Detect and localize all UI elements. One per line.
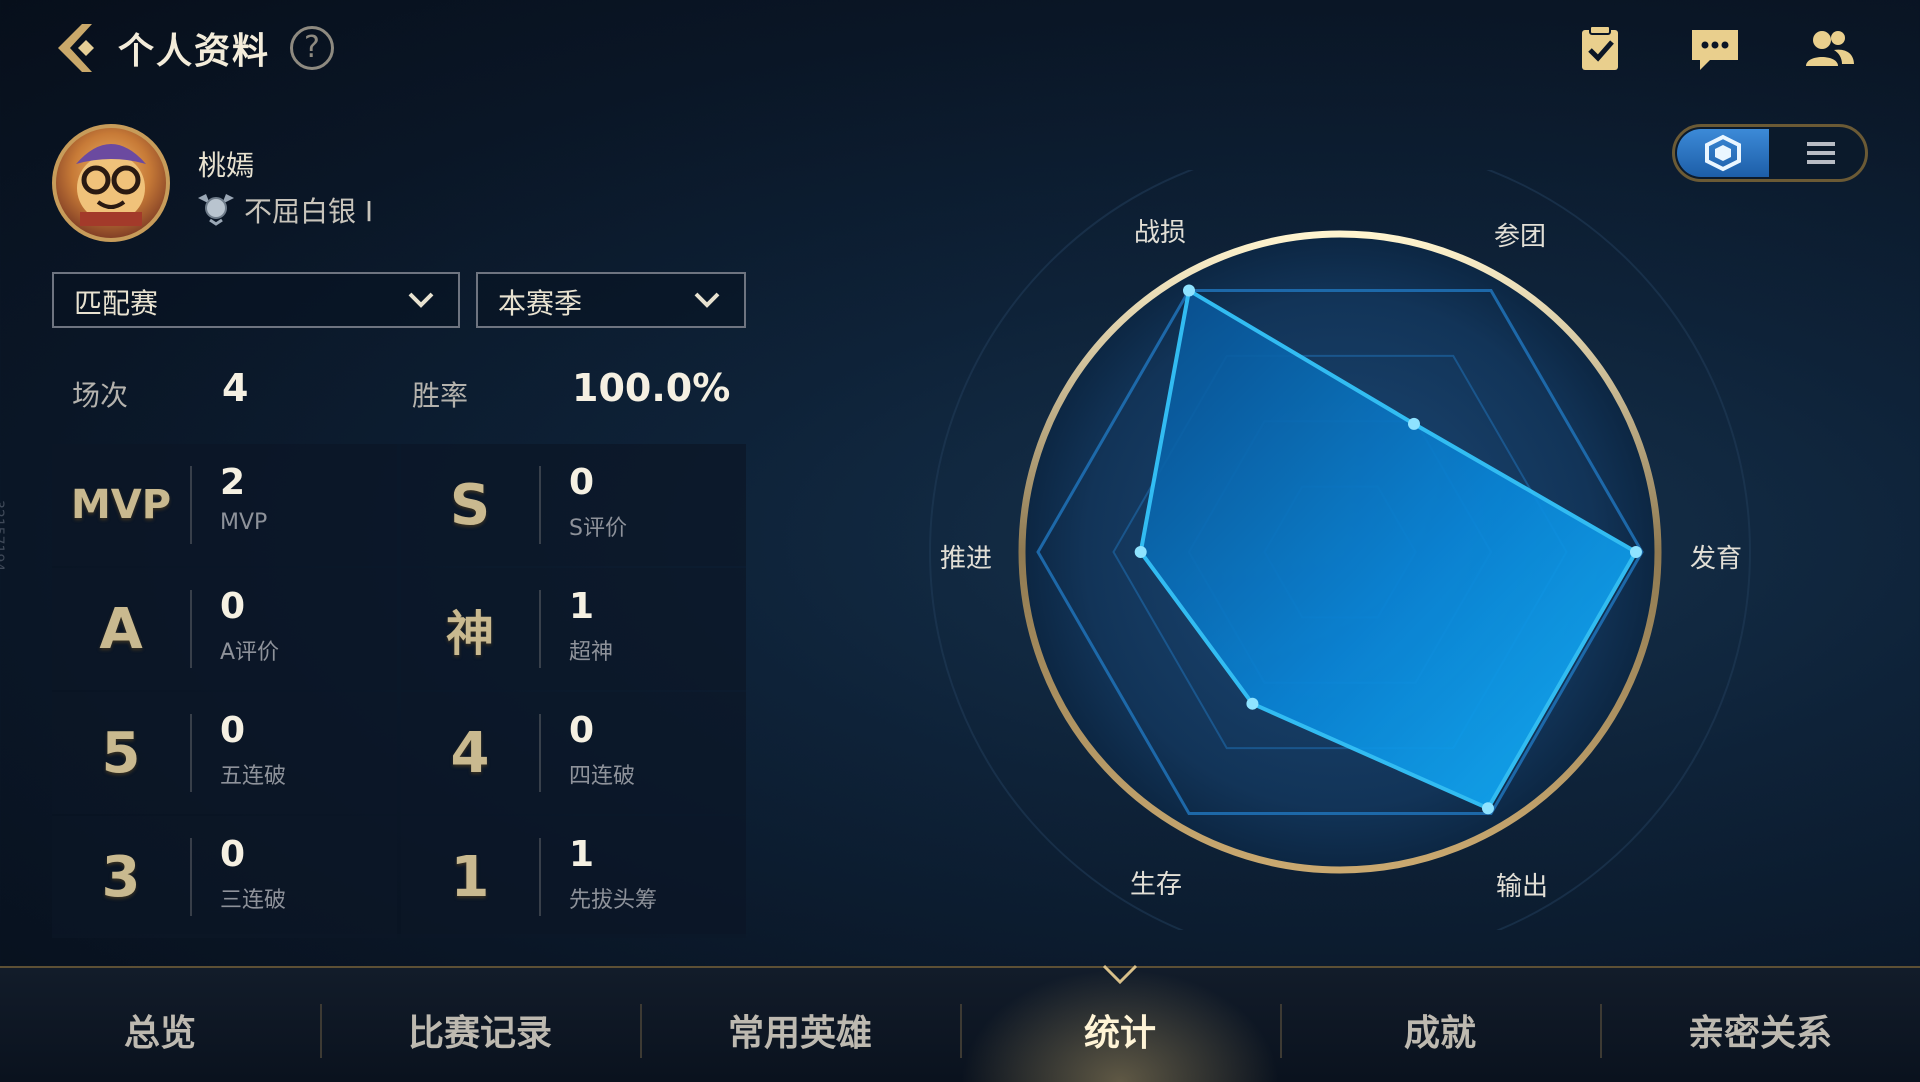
stat-cell-triple-kill: 3 0 三连破 xyxy=(52,816,397,938)
radar-chart: 战损 参团 发育 输出 生存 推进 xyxy=(880,141,1800,963)
page-title: 个人资料 xyxy=(118,31,271,72)
stat-cell-a-rating: A 0 A评价 xyxy=(52,568,397,690)
bottom-tab-bar: 总览 比赛记录 常用英雄 统计 成就 亲密关系 xyxy=(0,964,1920,1082)
divider xyxy=(190,838,192,916)
radar-value-point xyxy=(1183,284,1195,297)
radar-value-point xyxy=(1246,697,1259,710)
stat-cell-first-blood: 1 1 先拔头筹 xyxy=(401,816,746,938)
stat-caption: 五连破 xyxy=(220,764,287,789)
stat-value: 0 xyxy=(220,834,246,875)
winrate-value: 100.0% xyxy=(572,366,731,410)
mvp-badge: MVP xyxy=(70,482,172,528)
radar-value-point xyxy=(1629,546,1642,558)
divider xyxy=(190,714,192,792)
first-blood-badge: 1 xyxy=(450,844,490,910)
winrate-label: 胜率 xyxy=(412,379,469,412)
tab-common-heroes[interactable]: 常用英雄 xyxy=(640,1004,960,1056)
task-checklist-icon[interactable] xyxy=(1574,24,1628,74)
radar-axis-label: 生存 xyxy=(1130,870,1183,900)
tab-match-history[interactable]: 比赛记录 xyxy=(320,1004,640,1056)
tab-overview[interactable]: 总览 xyxy=(0,1004,320,1056)
games-label: 场次 xyxy=(72,379,129,412)
chevron-down-icon xyxy=(694,292,720,308)
quadra-kill-badge: 4 xyxy=(450,720,490,786)
stat-value: 0 xyxy=(569,462,595,503)
chevron-down-icon xyxy=(408,292,434,308)
divider xyxy=(539,714,541,792)
username: 桃嫣 xyxy=(198,149,255,182)
s-rating-badge: S xyxy=(449,472,491,538)
triple-kill-badge: 3 xyxy=(101,844,141,910)
stat-cell-mvp: MVP 2 MVP xyxy=(52,444,397,566)
stat-caption: 四连破 xyxy=(569,764,636,789)
game-mode-dropdown[interactable]: 匹配赛 xyxy=(52,272,460,328)
stat-value: 1 xyxy=(569,834,595,875)
stat-caption: 三连破 xyxy=(220,888,287,913)
divider xyxy=(190,466,192,544)
stat-caption: S评价 xyxy=(569,516,627,541)
chat-icon[interactable] xyxy=(1688,24,1742,74)
stats-grid: MVP 2 MVP S 0 S评价 A 0 A评价 神 1 超神 5 0 五连破… xyxy=(52,444,746,938)
godlike-badge: 神 xyxy=(445,606,494,662)
stat-value: 0 xyxy=(220,710,246,751)
divider xyxy=(539,590,541,668)
divider xyxy=(539,838,541,916)
radar-value-point xyxy=(1407,417,1420,430)
divider xyxy=(539,466,541,544)
radar-axis-label: 推进 xyxy=(940,544,993,574)
stat-value: 0 xyxy=(569,710,595,751)
stat-value: 2 xyxy=(220,462,246,503)
rank-emblem-icon xyxy=(196,190,236,226)
stat-cell-quadra-kill: 4 0 四连破 xyxy=(401,692,746,814)
tab-relationships[interactable]: 亲密关系 xyxy=(1600,1004,1920,1056)
back-button[interactable] xyxy=(48,18,108,78)
stat-cell-penta-kill: 5 0 五连破 xyxy=(52,692,397,814)
radar-axis-label: 发育 xyxy=(1690,544,1743,574)
radar-axis-label: 参团 xyxy=(1494,222,1547,252)
radar-axis-label: 战损 xyxy=(1134,218,1187,248)
stat-cell-s-rating: S 0 S评价 xyxy=(401,444,746,566)
radar-value-point xyxy=(1134,546,1147,558)
a-rating-badge: A xyxy=(99,596,143,662)
penta-kill-badge: 5 xyxy=(101,720,141,786)
season-dropdown[interactable]: 本赛季 xyxy=(476,272,746,328)
back-arrow-icon xyxy=(58,24,94,72)
stat-value: 1 xyxy=(569,586,595,627)
divider xyxy=(190,590,192,668)
games-value: 4 xyxy=(222,366,249,410)
stat-caption: MVP xyxy=(220,510,268,535)
active-tab-indicator-icon xyxy=(1102,964,1138,985)
stat-cell-godlike: 神 1 超神 xyxy=(401,568,746,690)
tab-statistics[interactable]: 统计 xyxy=(960,1004,1280,1056)
tab-achievements[interactable]: 成就 xyxy=(1280,1004,1600,1056)
stat-caption: A评价 xyxy=(220,640,280,665)
side-id-text: 32157194 xyxy=(0,500,6,572)
radar-axis-label: 输出 xyxy=(1496,872,1549,902)
friends-icon[interactable] xyxy=(1802,24,1856,74)
stat-value: 0 xyxy=(220,586,246,627)
game-mode-value: 匹配赛 xyxy=(74,287,159,320)
rank-text: 不屈白银 Ⅰ xyxy=(244,195,374,228)
help-icon[interactable]: ? xyxy=(290,26,334,70)
avatar[interactable] xyxy=(52,124,170,242)
radar-value-point xyxy=(1481,802,1494,815)
stat-caption: 先拔头筹 xyxy=(569,888,658,913)
season-value: 本赛季 xyxy=(498,287,583,320)
stat-caption: 超神 xyxy=(569,640,614,665)
